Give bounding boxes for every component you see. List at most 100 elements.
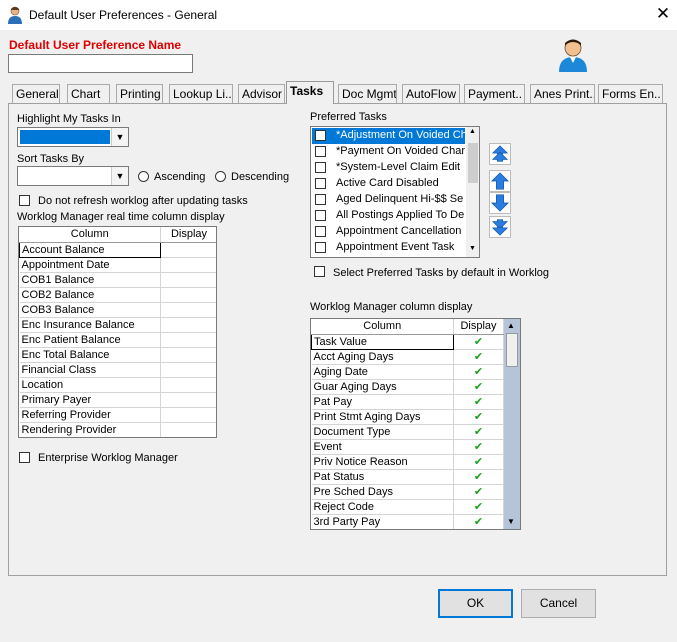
task-checkbox[interactable] bbox=[315, 226, 326, 237]
chevron-down-icon[interactable]: ▼ bbox=[111, 167, 128, 185]
no-refresh-checkbox[interactable] bbox=[19, 195, 30, 206]
chevron-down-icon[interactable]: ▼ bbox=[111, 128, 128, 146]
scroll-thumb[interactable] bbox=[468, 143, 478, 183]
enterprise-checkbox[interactable] bbox=[19, 452, 30, 463]
list-item[interactable]: *Payment On Voided Char bbox=[312, 144, 465, 160]
display-header[interactable]: Display bbox=[160, 227, 216, 243]
list-item[interactable]: Appointment Event Task bbox=[312, 240, 465, 256]
table-row[interactable]: Pre Sched Days ✔ bbox=[311, 484, 504, 500]
check-icon[interactable]: ✔ bbox=[453, 334, 504, 350]
list-item[interactable]: Appointment Cancellation bbox=[312, 224, 465, 240]
row-display[interactable] bbox=[160, 257, 216, 273]
row-column[interactable]: Task Value bbox=[311, 333, 454, 350]
tab-doc-mgmt[interactable]: Doc Mgmt bbox=[338, 84, 397, 103]
tab-general[interactable]: General bbox=[12, 84, 60, 103]
row-display[interactable] bbox=[160, 317, 216, 333]
check-icon[interactable]: ✔ bbox=[453, 439, 504, 455]
column-header[interactable]: Column bbox=[311, 319, 454, 335]
row-display[interactable] bbox=[160, 422, 216, 437]
check-icon[interactable]: ✔ bbox=[453, 514, 504, 529]
table-row[interactable]: Enc Insurance Balance bbox=[19, 317, 216, 333]
row-column[interactable]: Pat Pay bbox=[311, 394, 454, 410]
row-column[interactable]: Enc Total Balance bbox=[19, 347, 161, 363]
row-display[interactable] bbox=[160, 377, 216, 393]
display-header[interactable]: Display bbox=[453, 319, 504, 335]
list-item[interactable]: *System-Level Claim Edit bbox=[312, 160, 465, 176]
row-display[interactable] bbox=[160, 287, 216, 303]
row-column[interactable]: COB1 Balance bbox=[19, 272, 161, 288]
list-scrollbar[interactable]: ▲ ▼ bbox=[466, 127, 479, 257]
table-row[interactable]: Account Balance bbox=[19, 241, 216, 258]
table-row[interactable]: Print Stmt Aging Days ✔ bbox=[311, 409, 504, 425]
row-column[interactable]: Enc Insurance Balance bbox=[19, 317, 161, 333]
table-row[interactable]: Guar Aging Days ✔ bbox=[311, 379, 504, 395]
table-row[interactable]: Priv Notice Reason ✔ bbox=[311, 454, 504, 470]
row-column[interactable]: Guar Aging Days bbox=[311, 379, 454, 395]
tab-anes-print[interactable]: Anes Print.. bbox=[530, 84, 595, 103]
row-column[interactable]: Primary Payer bbox=[19, 392, 161, 408]
row-display[interactable] bbox=[160, 272, 216, 288]
table-row[interactable]: Enc Patient Balance bbox=[19, 332, 216, 348]
row-column[interactable]: Pat Status bbox=[311, 469, 454, 485]
select-preferred-default-checkbox[interactable] bbox=[314, 266, 325, 277]
table-row[interactable]: COB2 Balance bbox=[19, 287, 216, 303]
move-top-icon[interactable] bbox=[489, 143, 511, 165]
table-row[interactable]: Referring Provider bbox=[19, 407, 216, 423]
realtime-column-grid[interactable]: Column Display Account Balance Appointme… bbox=[18, 226, 217, 438]
list-item[interactable]: All Postings Applied To De bbox=[312, 208, 465, 224]
row-display[interactable] bbox=[160, 242, 216, 258]
check-icon[interactable]: ✔ bbox=[453, 379, 504, 395]
table-row[interactable]: Pat Pay ✔ bbox=[311, 394, 504, 410]
worklog-column-grid[interactable]: Column Display Task Value ✔ Acct Aging Da… bbox=[310, 318, 521, 530]
row-display[interactable] bbox=[160, 332, 216, 348]
task-checkbox[interactable] bbox=[315, 130, 326, 141]
check-icon[interactable]: ✔ bbox=[453, 454, 504, 470]
table-row[interactable]: COB3 Balance bbox=[19, 302, 216, 318]
tab-forms-en[interactable]: Forms En.. bbox=[598, 84, 663, 103]
table-row[interactable]: Appointment Date bbox=[19, 257, 216, 273]
check-icon[interactable]: ✔ bbox=[453, 364, 504, 380]
row-column[interactable]: Financial Class bbox=[19, 362, 161, 378]
tab-payment[interactable]: Payment.. bbox=[464, 84, 525, 103]
row-column[interactable]: Document Type bbox=[311, 424, 454, 440]
highlight-color-select[interactable]: ▼ bbox=[17, 127, 129, 147]
grid-scrollbar[interactable]: ▲ ▼ bbox=[504, 319, 520, 529]
descending-radio[interactable] bbox=[215, 171, 226, 182]
row-column[interactable]: Enc Patient Balance bbox=[19, 332, 161, 348]
tab-advisor[interactable]: Advisor bbox=[238, 84, 285, 103]
table-row[interactable]: Financial Class bbox=[19, 362, 216, 378]
list-item[interactable]: *Adjustment On Voided Ch bbox=[312, 128, 465, 144]
preference-name-input[interactable] bbox=[8, 54, 193, 73]
move-down-icon[interactable] bbox=[489, 192, 511, 214]
table-row[interactable]: Enc Total Balance bbox=[19, 347, 216, 363]
table-row[interactable]: Location bbox=[19, 377, 216, 393]
row-column[interactable]: Pre Sched Days bbox=[311, 484, 454, 500]
task-checkbox[interactable] bbox=[315, 178, 326, 189]
move-bottom-icon[interactable] bbox=[489, 216, 511, 238]
check-icon[interactable]: ✔ bbox=[453, 469, 504, 485]
check-icon[interactable]: ✔ bbox=[453, 349, 504, 365]
row-display[interactable] bbox=[160, 362, 216, 378]
scroll-up-icon[interactable]: ▲ bbox=[507, 321, 515, 330]
row-display[interactable] bbox=[160, 392, 216, 408]
close-icon[interactable]: ✕ bbox=[651, 2, 675, 26]
tab-tasks[interactable]: Tasks bbox=[286, 81, 334, 104]
tab-printing[interactable]: Printing bbox=[116, 84, 163, 103]
row-column[interactable]: Referring Provider bbox=[19, 407, 161, 423]
table-row[interactable]: 3rd Party Pay ✔ bbox=[311, 514, 504, 529]
task-checkbox[interactable] bbox=[315, 194, 326, 205]
row-column[interactable]: Acct Aging Days bbox=[311, 349, 454, 365]
ascending-radio[interactable] bbox=[138, 171, 149, 182]
scroll-down-icon[interactable]: ▼ bbox=[507, 517, 515, 526]
row-column[interactable]: Reject Code bbox=[311, 499, 454, 515]
row-column[interactable]: COB3 Balance bbox=[19, 302, 161, 318]
tab-autoflow[interactable]: AutoFlow bbox=[402, 84, 460, 103]
preferred-tasks-list[interactable]: *Adjustment On Voided Ch *Payment On Voi… bbox=[310, 126, 480, 258]
task-checkbox[interactable] bbox=[315, 146, 326, 157]
row-display[interactable] bbox=[160, 302, 216, 318]
sort-tasks-select[interactable]: ▼ bbox=[17, 166, 129, 186]
row-column[interactable]: Account Balance bbox=[19, 241, 161, 258]
check-icon[interactable]: ✔ bbox=[453, 499, 504, 515]
row-column[interactable]: COB2 Balance bbox=[19, 287, 161, 303]
task-checkbox[interactable] bbox=[315, 162, 326, 173]
